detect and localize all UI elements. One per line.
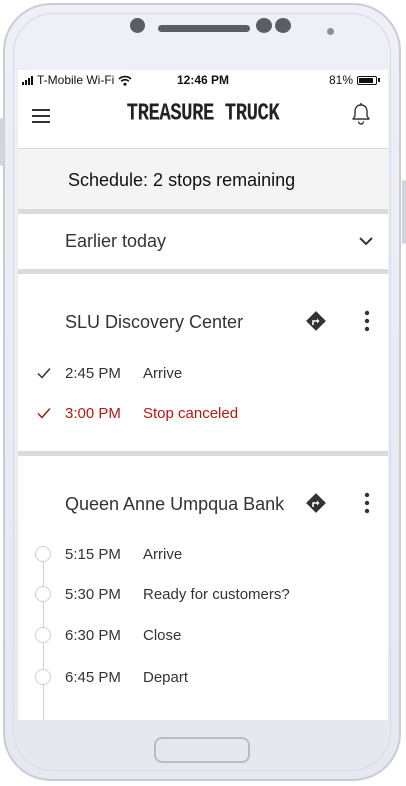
check-icon — [37, 408, 51, 419]
pending-circle-icon — [35, 586, 51, 602]
directions-icon[interactable] — [305, 492, 327, 514]
sensor-dot — [327, 28, 334, 35]
event-label: Stop canceled — [143, 405, 239, 422]
status-bar: T-Mobile Wi-Fi 12:46 PM 81% — [18, 70, 388, 90]
event-time: 5:30 PM — [65, 586, 121, 603]
proximity-sensor — [256, 18, 272, 33]
event-time: 5:15 PM — [65, 546, 121, 563]
battery-icon — [357, 75, 377, 85]
timeline-event: 5:30 PM Ready for customers? — [18, 584, 388, 606]
stop-name: Queen Anne Umpqua Bank — [65, 494, 285, 514]
timeline-event: 5:15 PM Arrive — [18, 544, 388, 566]
stop-name: SLU Discovery Center — [65, 312, 244, 332]
event-label: Close — [143, 627, 182, 644]
event-time: 2:45 PM — [65, 365, 121, 382]
event-label: Ready for customers? — [143, 586, 290, 603]
directions-icon[interactable] — [305, 310, 327, 332]
stop-card: SLU Discovery Center 2:45 PM Arrive 3:00… — [18, 274, 388, 451]
home-button[interactable] — [154, 737, 250, 763]
app-logo: TREASURE TRUCK — [126, 99, 280, 127]
event-time: 6:45 PM — [65, 669, 121, 686]
more-options-icon[interactable] — [364, 492, 370, 514]
volume-button — [0, 118, 4, 166]
event-label: Arrive — [143, 365, 183, 382]
earlier-today-label: Earlier today — [65, 231, 167, 251]
check-icon — [37, 368, 51, 379]
pending-circle-icon — [35, 546, 51, 562]
schedule-title: Schedule: 2 stops remaining — [68, 170, 296, 190]
event-label: Arrive — [143, 546, 183, 563]
light-sensor — [275, 18, 291, 33]
earpiece-speaker — [158, 25, 250, 32]
front-camera — [130, 18, 145, 33]
earlier-today-row[interactable]: Earlier today — [18, 214, 388, 269]
more-options-icon[interactable] — [364, 310, 370, 332]
timeline-event-canceled: 3:00 PM Stop canceled — [18, 403, 388, 425]
bell-icon[interactable] — [350, 102, 372, 126]
app-screen: T-Mobile Wi-Fi 12:46 PM 81% TREASURE TRU… — [18, 70, 388, 720]
power-button — [402, 180, 406, 244]
pending-circle-icon — [35, 627, 51, 643]
timeline-event: 6:30 PM Close — [18, 625, 388, 647]
event-time: 6:30 PM — [65, 627, 121, 644]
pending-circle-icon — [35, 669, 51, 685]
timeline-event: 6:45 PM Depart — [18, 667, 388, 689]
schedule-summary: Schedule: 2 stops remaining — [18, 149, 388, 209]
event-label: Depart — [143, 669, 189, 686]
chevron-down-icon[interactable] — [358, 233, 374, 249]
timeline-event: 2:45 PM Arrive — [18, 363, 388, 385]
battery-percent: 81% — [328, 73, 353, 87]
event-time: 3:00 PM — [65, 405, 121, 422]
app-header: TREASURE TRUCK — [18, 90, 388, 149]
stop-card: Queen Anne Umpqua Bank 5:15 PM Arrive 5:… — [18, 456, 388, 720]
battery-status: 81% — [329, 73, 380, 87]
